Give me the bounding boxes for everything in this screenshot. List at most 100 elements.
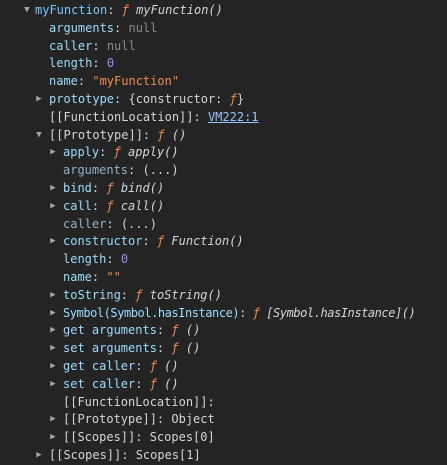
property-key: Symbol(Symbol.hasInstance) [63,305,240,320]
property-key: caller [49,38,93,53]
property-key: call [63,198,92,213]
tree-row-function-location[interactable]: [[FunctionLocation]]: [0,394,447,412]
function-glyph: ƒ [149,376,157,391]
tree-row-scopes-outer[interactable]: ▶ [[Scopes]]: Scopes[1] [0,447,447,465]
property-key: apply [63,145,100,160]
tree-row-toString[interactable]: ▶ toString: ƒ toString() [0,287,447,305]
property-key: name [63,269,92,284]
property-value: null [128,20,158,35]
triangle-right-icon[interactable]: ▶ [48,429,58,447]
property-key: [[Prototype]] [49,127,143,142]
tree-row-arguments-accessor[interactable]: arguments: (...) [0,162,447,180]
tree-row-caller[interactable]: caller: null [0,38,447,56]
triangle-down-icon[interactable]: ▼ [22,2,32,20]
function-glyph: ƒ [171,341,179,356]
property-key: length [49,56,93,71]
property-key: arguments [49,20,115,35]
tree-row-get-arguments[interactable]: ▶ get arguments: ƒ () [0,322,447,340]
tree-row-call[interactable]: ▶ call: ƒ call() [0,198,447,216]
property-value: {constructor: [128,91,230,106]
function-glyph: ƒ [113,145,121,160]
property-value: Scopes[0] [149,430,215,445]
property-value: "myFunction" [92,74,180,89]
tree-row-prototype[interactable]: ▶ prototype: {constructor: ƒ} [0,91,447,109]
function-signature: call() [120,198,165,213]
property-key: get arguments [63,323,157,338]
function-glyph: ƒ [157,127,165,142]
function-signature: [Symbol.hasInstance]() [266,305,416,320]
tree-row-constructor[interactable]: ▶ constructor: ƒ Function() [0,233,447,251]
function-glyph: ƒ [121,3,129,17]
function-glyph: ƒ [171,323,179,338]
lazy-value-button[interactable]: (...) [121,217,157,231]
tree-row-function-location[interactable]: [[FunctionLocation]]: VM222:1 [0,109,447,127]
property-key: set arguments [63,341,157,356]
tree-row-myFunction[interactable]: ▼ myFunction: ƒ myFunction() [0,2,447,20]
tree-row-length[interactable]: length: 0 [0,251,447,269]
triangle-down-icon[interactable]: ▼ [34,127,44,145]
triangle-right-icon[interactable]: ▶ [34,447,44,465]
triangle-right-icon[interactable]: ▶ [34,91,44,109]
triangle-right-icon[interactable]: ▶ [48,144,58,162]
function-signature: () [164,376,179,391]
property-key: [[Prototype]] [63,412,157,427]
function-glyph: ƒ [149,358,157,373]
tree-row-set-caller[interactable]: ▶ set caller: ƒ () [0,376,447,394]
property-key: length [63,252,107,267]
tree-row-get-caller[interactable]: ▶ get caller: ƒ () [0,358,447,376]
function-glyph: ƒ [156,234,165,249]
function-signature: Function() [171,234,244,249]
property-key: get caller [63,358,136,373]
function-signature: () [171,127,187,142]
triangle-right-icon[interactable]: ▶ [48,180,58,198]
tree-row-caller-accessor[interactable]: caller: (...) [0,216,447,234]
tree-row-prototype-internal[interactable]: ▼ [[Prototype]]: ƒ () [0,127,447,145]
triangle-right-icon[interactable]: ▶ [48,198,58,216]
triangle-right-icon[interactable]: ▶ [48,233,58,251]
function-signature: () [185,323,201,338]
property-value: Scopes[1] [135,447,201,462]
property-key: set caller [63,376,136,391]
tree-row-prototype-object[interactable]: ▶ [[Prototype]]: Object [0,411,447,429]
triangle-right-icon[interactable]: ▶ [48,411,58,429]
tree-row-name[interactable]: name: "myFunction" [0,73,447,91]
function-glyph: ƒ [106,198,114,213]
triangle-right-icon[interactable]: ▶ [48,340,58,358]
function-signature: bind() [120,180,165,195]
function-glyph: ƒ [106,180,114,195]
function-signature: () [164,358,179,373]
triangle-right-icon[interactable]: ▶ [48,358,58,376]
property-key: [[FunctionLocation]] [49,109,194,124]
triangle-right-icon[interactable]: ▶ [48,322,58,340]
tree-row-name[interactable]: name: "" [0,269,447,287]
tree-row-scopes-inner[interactable]: ▶ [[Scopes]]: Scopes[0] [0,429,447,447]
triangle-right-icon[interactable]: ▶ [48,305,58,323]
property-key: [[Scopes]] [63,430,136,445]
tree-row-arguments[interactable]: arguments: null [0,20,447,38]
triangle-right-icon[interactable]: ▶ [48,376,58,394]
function-signature: apply() [128,145,179,160]
property-value: 0 [120,252,129,267]
property-key: [[Scopes]] [49,447,122,462]
property-value: "" [106,269,121,284]
function-signature: () [185,341,201,356]
tree-row-set-arguments[interactable]: ▶ set arguments: ƒ () [0,340,447,358]
lazy-value-button[interactable]: (...) [142,163,178,177]
property-value: 0 [106,56,115,71]
source-location-link[interactable]: VM222:1 [208,110,259,124]
tree-row-symbol-hasInstance[interactable]: ▶ Symbol(Symbol.hasInstance): ƒ [Symbol.… [0,305,447,323]
property-key: constructor [63,234,143,249]
triangle-right-icon[interactable]: ▶ [48,287,58,305]
console-object-tree: ▼ myFunction: ƒ myFunction() arguments: … [0,0,447,462]
tree-row-apply[interactable]: ▶ apply: ƒ apply() [0,144,447,162]
tree-row-bind[interactable]: ▶ bind: ƒ bind() [0,180,447,198]
function-glyph: ƒ [229,91,237,106]
property-value: null [106,38,136,53]
property-key: myFunction [35,3,108,17]
property-value: Object [171,412,215,427]
tree-row-length[interactable]: length: 0 [0,55,447,73]
function-signature: toString() [149,287,222,302]
property-key: [[FunctionLocation]] [63,394,208,409]
property-key: caller [63,216,107,231]
function-glyph: ƒ [135,287,143,302]
